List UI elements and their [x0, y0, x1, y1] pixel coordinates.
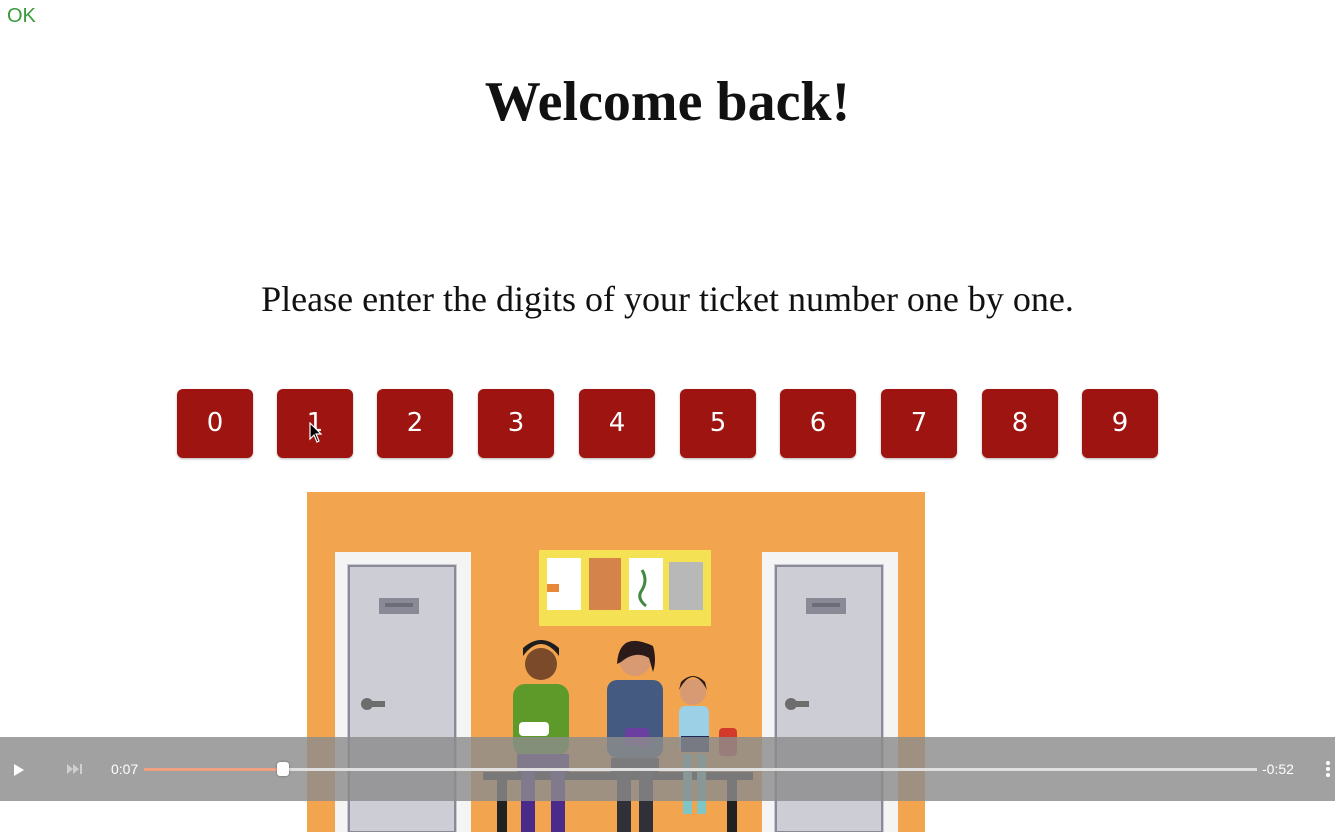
video-controls: 0:07 -0:52 — [0, 737, 1335, 801]
seek-bar-progress — [144, 768, 284, 771]
seek-bar[interactable] — [144, 762, 1257, 776]
digit-button-4[interactable]: 4 — [579, 389, 655, 458]
instructions-text: Please enter the digits of your ticket n… — [261, 279, 1074, 319]
digit-button-7[interactable]: 7 — [881, 389, 957, 458]
ok-status-label: OK — [7, 5, 36, 27]
remaining-time: -0:52 — [1262, 761, 1294, 777]
digit-button-2[interactable]: 2 — [377, 389, 453, 458]
elapsed-time: 0:07 — [111, 761, 139, 777]
more-vertical-icon[interactable] — [1325, 759, 1331, 779]
skip-forward-icon[interactable] — [66, 763, 84, 775]
mouse-cursor-icon — [309, 422, 323, 443]
digit-button-0[interactable]: 0 — [177, 389, 253, 458]
digit-button-6[interactable]: 6 — [780, 389, 856, 458]
page-title: Welcome back! — [484, 71, 851, 133]
digit-keypad: 0 1 2 3 4 5 6 7 8 9 — [0, 389, 1335, 458]
seek-thumb[interactable] — [277, 762, 290, 776]
play-icon[interactable] — [13, 763, 25, 777]
digit-button-3[interactable]: 3 — [478, 389, 554, 458]
digit-button-5[interactable]: 5 — [680, 389, 756, 458]
digit-button-8[interactable]: 8 — [982, 389, 1058, 458]
digit-button-9[interactable]: 9 — [1082, 389, 1158, 458]
